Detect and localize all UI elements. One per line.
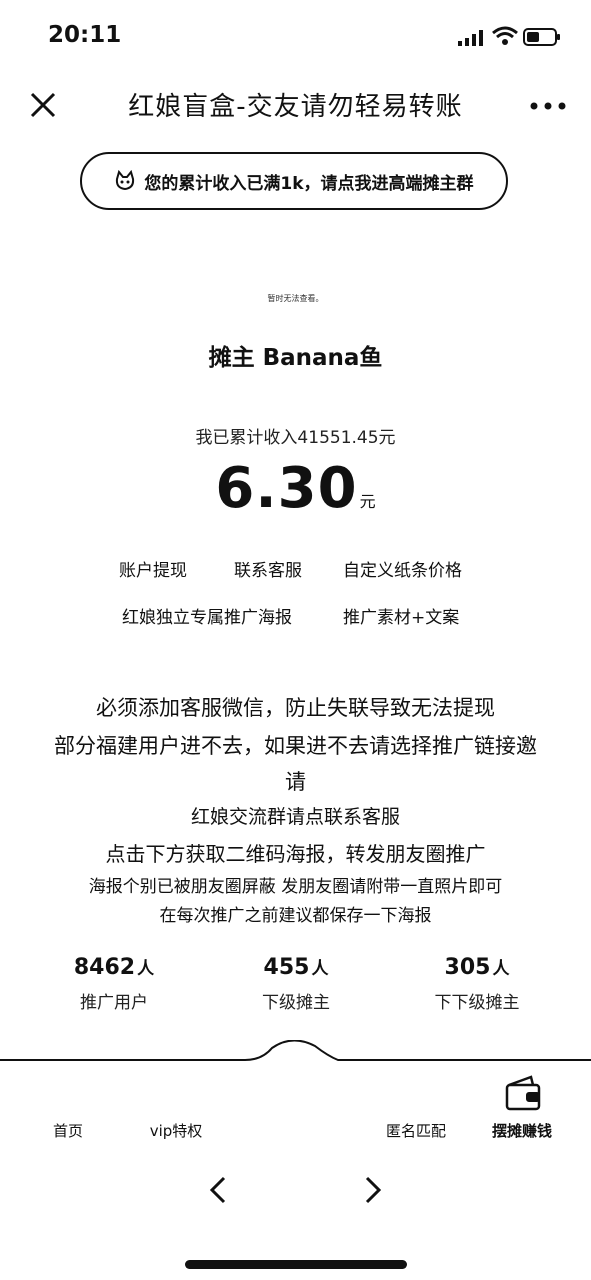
- more-icon[interactable]: [528, 100, 568, 112]
- tab-vip[interactable]: vip特权: [140, 1120, 212, 1141]
- balance-unit: 元: [359, 492, 376, 511]
- tab-stall-earn[interactable]: 摆摊赚钱: [483, 1120, 561, 1141]
- stat-unit: 人: [492, 959, 510, 979]
- banner-text: 您的累计收入已满1k，请点我进高端摊主群: [144, 173, 474, 194]
- balance: 6.30 元: [0, 456, 591, 521]
- notice-line: 请: [285, 770, 306, 794]
- promo-material-link[interactable]: 推广素材+文案: [343, 603, 459, 628]
- contact-service-link[interactable]: 联系客服: [234, 556, 302, 581]
- custom-price-link[interactable]: 自定义纸条价格: [343, 556, 462, 581]
- owner-name: 摊主 Banana鱼: [208, 345, 383, 371]
- page-title: 红娘盲盒-交友请勿轻易转账: [128, 92, 463, 122]
- promo-poster-link[interactable]: 红娘独立专属推广海报: [122, 603, 292, 628]
- tab-home[interactable]: 首页: [40, 1120, 96, 1141]
- stat-sub-owners: 455 人 下级摊主: [206, 954, 386, 1013]
- stat-sub-sub-owners: 305 人 下下级摊主: [387, 954, 567, 1013]
- back-icon[interactable]: [204, 1172, 234, 1208]
- tiny-note: 暂时无法查看。: [267, 294, 324, 303]
- stat-label: 下级摊主: [262, 993, 330, 1013]
- forward-icon[interactable]: [357, 1172, 387, 1208]
- wifi-icon: [492, 26, 518, 45]
- stat-value: 455: [263, 955, 310, 980]
- total-income-text: 我已累计收入41551.45元: [195, 428, 396, 448]
- home-indicator: [185, 1260, 407, 1269]
- tab-anonymous-match[interactable]: 匿名匹配: [377, 1120, 455, 1141]
- balance-amount: 6.30: [215, 456, 358, 521]
- tabbar-divider: [0, 1040, 591, 1061]
- vip-group-banner[interactable]: 您的累计收入已满1k，请点我进高端摊主群: [80, 152, 508, 210]
- status-time: 20:11: [48, 22, 122, 48]
- wallet-icon[interactable]: [503, 1073, 543, 1113]
- battery-icon: [523, 28, 560, 46]
- cat-icon: [116, 170, 135, 191]
- stat-label: 下下级摊主: [434, 993, 520, 1013]
- notice-line: 在每次推广之前建议都保存一下海报: [159, 906, 432, 926]
- signal-icon: [458, 30, 483, 46]
- notice-line: 部分福建用户进不去，如果进不去请选择推广链接邀: [54, 734, 537, 758]
- notice-line: 必须添加客服微信，防止失联导致无法提现: [96, 696, 495, 720]
- stat-label: 推广用户: [80, 993, 148, 1013]
- notice-line: 红娘交流群请点联系客服: [190, 806, 400, 828]
- stat-promoted-users: 8462 人 推广用户: [24, 954, 204, 1013]
- stat-value: 8462: [73, 955, 136, 980]
- notice-line: 海报个别已被朋友圈屏蔽 发朋友圈请附带一直照片即可: [88, 877, 503, 897]
- withdraw-link[interactable]: 账户提现: [119, 556, 187, 581]
- stat-unit: 人: [311, 959, 329, 979]
- stat-value: 305: [444, 955, 491, 980]
- notice-line: 点击下方获取二维码海报，转发朋友圈推广: [105, 842, 486, 866]
- stat-unit: 人: [137, 959, 155, 979]
